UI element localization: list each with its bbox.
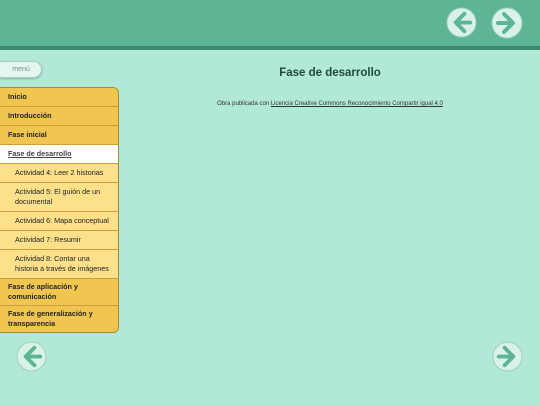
sidebar-item-actividad-6[interactable]: Actividad 6: Mapa conceptual: [0, 212, 118, 231]
sidebar-item-actividad-8[interactable]: Actividad 8: Contar una historia a travé…: [0, 250, 118, 279]
arrow-left-icon: [16, 341, 47, 372]
sidebar-nav: Inicio Introducción Fase inicial Fase de…: [0, 87, 119, 333]
license-text: Obra publicada con Licencia Creative Com…: [150, 101, 510, 107]
footer-previous-button[interactable]: [16, 341, 47, 372]
arrow-right-icon: [491, 7, 523, 39]
sidebar-item-fase-de-aplicacion[interactable]: Fase de aplicación y comunicación: [0, 279, 118, 306]
sidebar-item-fase-inicial[interactable]: Fase inicial: [0, 126, 118, 145]
menu-toggle-button[interactable]: menú: [0, 61, 42, 78]
page-title: Fase de desarrollo: [279, 67, 381, 79]
header-previous-button[interactable]: [446, 7, 477, 38]
license-link[interactable]: Licencia Creative Commons Reconocimiento…: [271, 101, 443, 107]
license-prefix: Obra publicada con: [217, 101, 271, 107]
sidebar-item-inicio[interactable]: Inicio: [0, 88, 118, 107]
header-next-button[interactable]: [491, 7, 523, 39]
sidebar-item-actividad-5[interactable]: Actividad 5: El guión de un documental: [0, 183, 118, 212]
sidebar-item-actividad-4[interactable]: Actividad 4: Leer 2 historias: [0, 164, 118, 183]
sidebar-item-actividad-7[interactable]: Actividad 7: Resumir: [0, 231, 118, 250]
arrow-left-icon: [446, 7, 477, 38]
header-divider: [0, 46, 540, 50]
arrow-right-icon: [492, 341, 523, 372]
footer-next-button[interactable]: [492, 341, 523, 372]
sidebar-item-fase-de-desarrollo[interactable]: Fase de desarrollo: [0, 145, 118, 164]
sidebar-item-introduccion[interactable]: Introducción: [0, 107, 118, 126]
sidebar-item-fase-de-generalizacion[interactable]: Fase de generalización y transparencia: [0, 306, 118, 332]
